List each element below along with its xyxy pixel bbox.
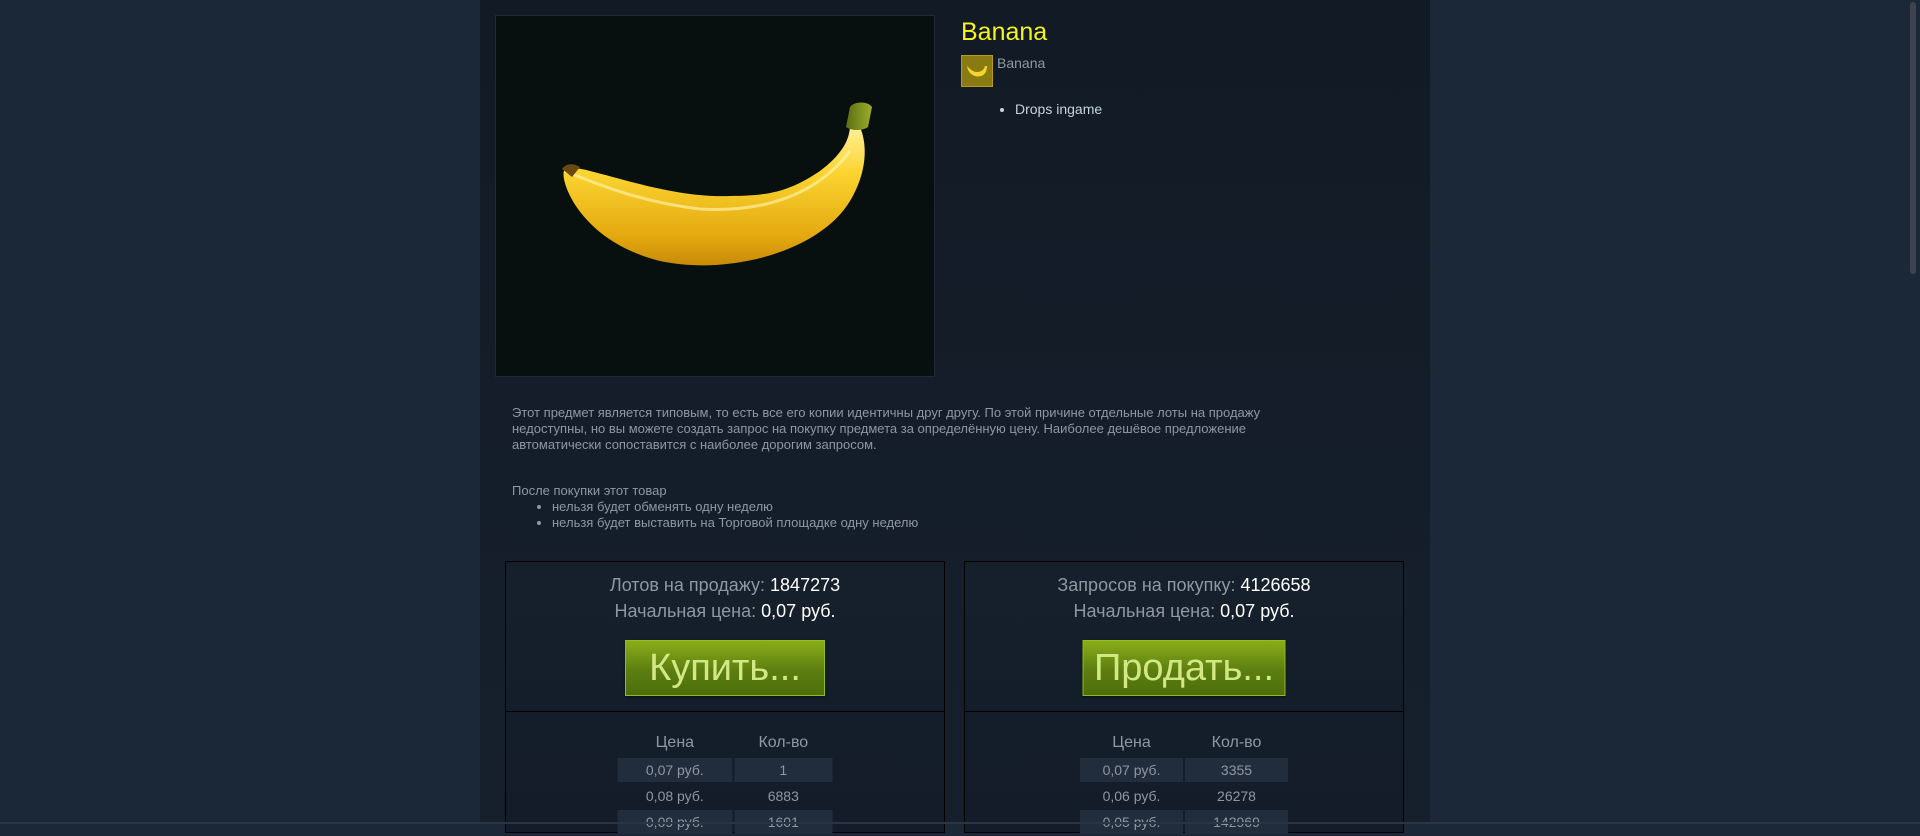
sell-price-label: Начальная цена: <box>614 601 757 621</box>
buy-count-line: Запросов на покупку: 4126658 <box>965 572 1403 598</box>
buy-count-label: Запросов на покупку: <box>1057 575 1236 595</box>
buy-price-label: Начальная цена: <box>1073 601 1216 621</box>
sell-button[interactable]: Продать... <box>1082 640 1286 696</box>
price-cell: 0,07 руб. <box>617 758 733 782</box>
buy-price-line: Начальная цена: 0,07 руб. <box>965 598 1403 624</box>
sell-price-value: 0,07 руб. <box>761 601 836 621</box>
sell-orders-box: Лотов на продажу: 1847273 Начальная цена… <box>505 561 945 836</box>
banana-icon <box>562 102 872 266</box>
qty-header: Кол-во <box>1211 734 1262 751</box>
price-cell: 0,08 руб. <box>645 788 704 804</box>
qty-cell: 6883 <box>767 788 799 804</box>
scrollbar[interactable] <box>1906 0 1920 824</box>
sell-count-line: Лотов на продажу: 1847273 <box>506 572 944 598</box>
description-line: недоступны, но вы можете создать запрос … <box>512 421 1246 436</box>
sell-price-line: Начальная цена: 0,07 руб. <box>506 598 944 624</box>
restriction-item: нельзя будет обменять одну неделю <box>552 499 1312 515</box>
qty-cell: 26278 <box>1217 788 1256 804</box>
trade-restrictions: После покупки этот товар нельзя будет об… <box>512 483 1312 531</box>
price-header: Цена <box>655 734 695 751</box>
game-name-link[interactable]: Banana <box>997 55 1045 71</box>
description-line: Этот предмет является типовым, то есть в… <box>512 405 1261 420</box>
restriction-item: нельзя будет выставить на Торговой площа… <box>552 515 1312 531</box>
scrollbar-thumb[interactable] <box>1910 2 1916 274</box>
sell-count-value: 1847273 <box>770 575 841 595</box>
commodity-description: Этот предмет является типовым, то есть в… <box>512 405 1312 453</box>
table-row: 0,07 руб. 3355 <box>1080 758 1288 782</box>
buy-count-value: 4126658 <box>1240 575 1311 595</box>
table-row: 0,08 руб. 6883 <box>618 784 833 808</box>
buy-price-value: 0,07 руб. <box>1220 601 1295 621</box>
market-listing-page: Banana Banana Drops ingame Этот предмет … <box>480 0 1430 834</box>
qty-cell: 1 <box>734 758 833 782</box>
sell-orders-table: Цена Кол-во 0,07 руб. 1 0,08 руб. 6883 0… <box>616 728 835 836</box>
item-title: Banana <box>961 18 1048 46</box>
buy-orders-box: Запросов на покупку: 4126658 Начальная ц… <box>964 561 1404 836</box>
price-header: Цена <box>1112 734 1151 751</box>
table-row: 0,07 руб. 1 <box>617 758 833 782</box>
description-line: автоматически сопоставится с наиболее до… <box>512 437 877 452</box>
restrictions-title: После покупки этот товар <box>512 483 667 498</box>
table-row: 0,06 руб. 26278 <box>1080 784 1288 808</box>
qty-header: Кол-во <box>758 734 809 751</box>
divider <box>965 711 1403 712</box>
banana-small-icon <box>967 66 987 77</box>
banana-game-icon[interactable] <box>961 55 993 87</box>
price-cell: 0,07 руб. <box>1080 758 1183 782</box>
buy-orders-table: Цена Кол-во 0,07 руб. 3355 0,06 руб. 262… <box>1078 728 1290 836</box>
qty-cell: 3355 <box>1185 758 1288 782</box>
buy-button[interactable]: Купить... <box>625 640 825 696</box>
item-tags: Drops ingame <box>995 101 1102 117</box>
divider <box>506 711 944 712</box>
sell-count-label: Лотов на продажу: <box>609 575 766 595</box>
price-cell: 0,06 руб. <box>1102 788 1161 804</box>
banana-image <box>495 15 935 377</box>
tag-item: Drops ingame <box>1015 101 1102 117</box>
